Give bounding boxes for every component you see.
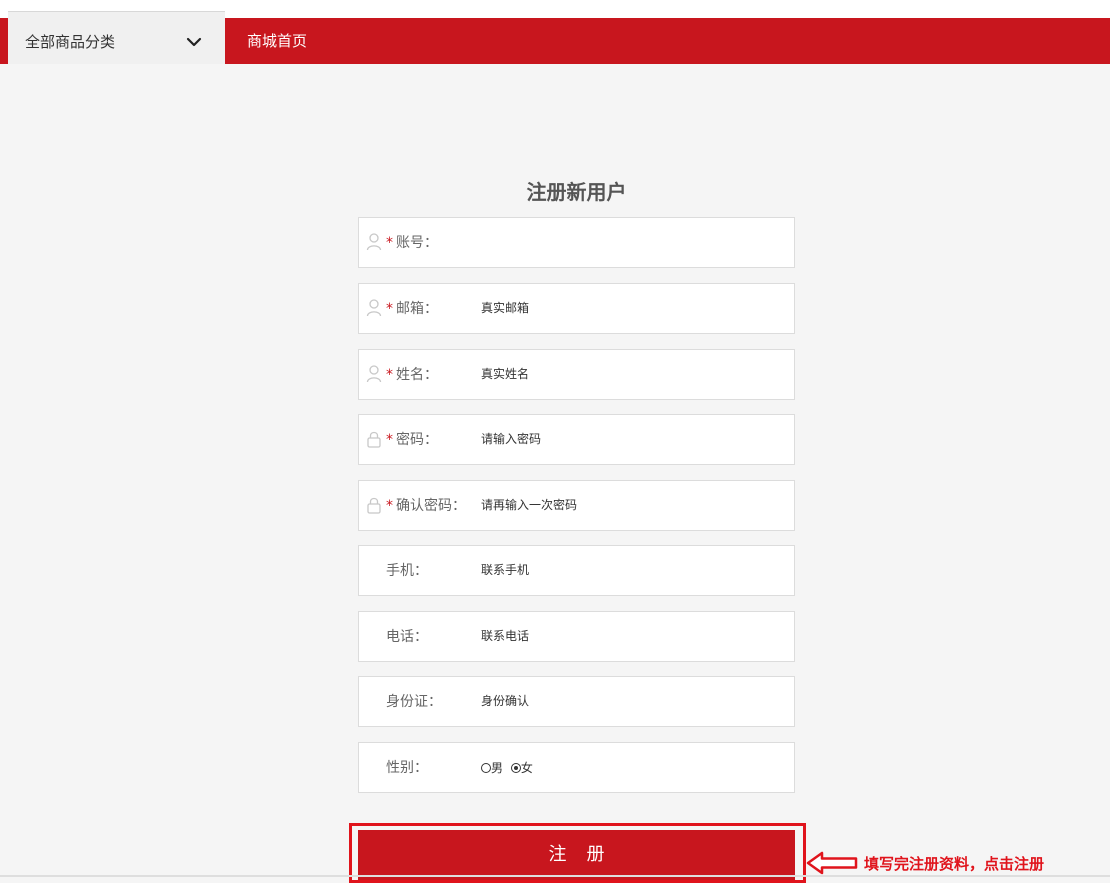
lock-icon <box>367 431 381 448</box>
account-field: * 账号： <box>358 217 795 268</box>
id-card-field: 身份证： <box>358 676 795 727</box>
gender-female-label[interactable]: 女 <box>521 761 533 775</box>
all-categories-label: 全部商品分类 <box>25 33 116 51</box>
email-input[interactable] <box>481 296 781 320</box>
email-label: 邮箱： <box>396 301 438 317</box>
account-input[interactable] <box>481 230 781 254</box>
mall-home-link[interactable]: 商城首页 <box>247 31 307 51</box>
gender-female-radio[interactable] <box>510 763 521 773</box>
confirm-password-label: 确认密码： <box>396 498 466 514</box>
mobile-label: 手机： <box>386 563 428 579</box>
register-submit-button[interactable]: 注册 <box>358 830 795 880</box>
gender-male-label[interactable]: 男 <box>491 761 503 775</box>
password-label: 密码： <box>396 432 438 448</box>
user-icon <box>366 233 382 251</box>
required-mark: * <box>386 301 393 317</box>
phone-input[interactable] <box>481 624 781 648</box>
required-mark: * <box>386 367 393 383</box>
email-field: * 邮箱： <box>358 283 795 334</box>
user-icon <box>366 299 382 317</box>
name-input[interactable] <box>481 362 781 386</box>
id-card-label: 身份证： <box>386 694 442 710</box>
phone-label: 电话： <box>386 629 428 645</box>
confirm-password-input[interactable] <box>481 493 781 517</box>
lock-icon <box>367 497 381 514</box>
all-categories-dropdown[interactable]: 全部商品分类 <box>8 11 225 64</box>
instruction-annotation: 填写完注册资料，点击注册 <box>864 855 1045 873</box>
required-mark: * <box>386 432 393 448</box>
password-input[interactable] <box>481 427 781 451</box>
name-field: * 姓名： <box>358 349 795 400</box>
page-title: 注册新用户 <box>526 180 627 204</box>
gender-male-radio[interactable] <box>481 763 491 773</box>
name-label: 姓名： <box>396 367 438 383</box>
confirm-password-field: * 确认密码： <box>358 480 795 531</box>
chevron-down-icon <box>186 37 202 47</box>
gender-radio-group: 男 女 <box>481 760 533 776</box>
gender-label: 性别： <box>386 760 428 776</box>
mobile-input[interactable] <box>481 558 781 582</box>
user-icon <box>366 365 382 383</box>
id-card-input[interactable] <box>481 689 781 713</box>
account-label: 账号： <box>396 235 438 251</box>
gender-field: 性别： 男 女 <box>358 742 795 793</box>
required-mark: * <box>386 498 393 514</box>
pointer-arrow-icon <box>806 851 858 875</box>
phone-field: 电话： <box>358 611 795 662</box>
required-mark: * <box>386 235 393 251</box>
password-field: * 密码： <box>358 414 795 465</box>
mobile-field: 手机： <box>358 545 795 596</box>
